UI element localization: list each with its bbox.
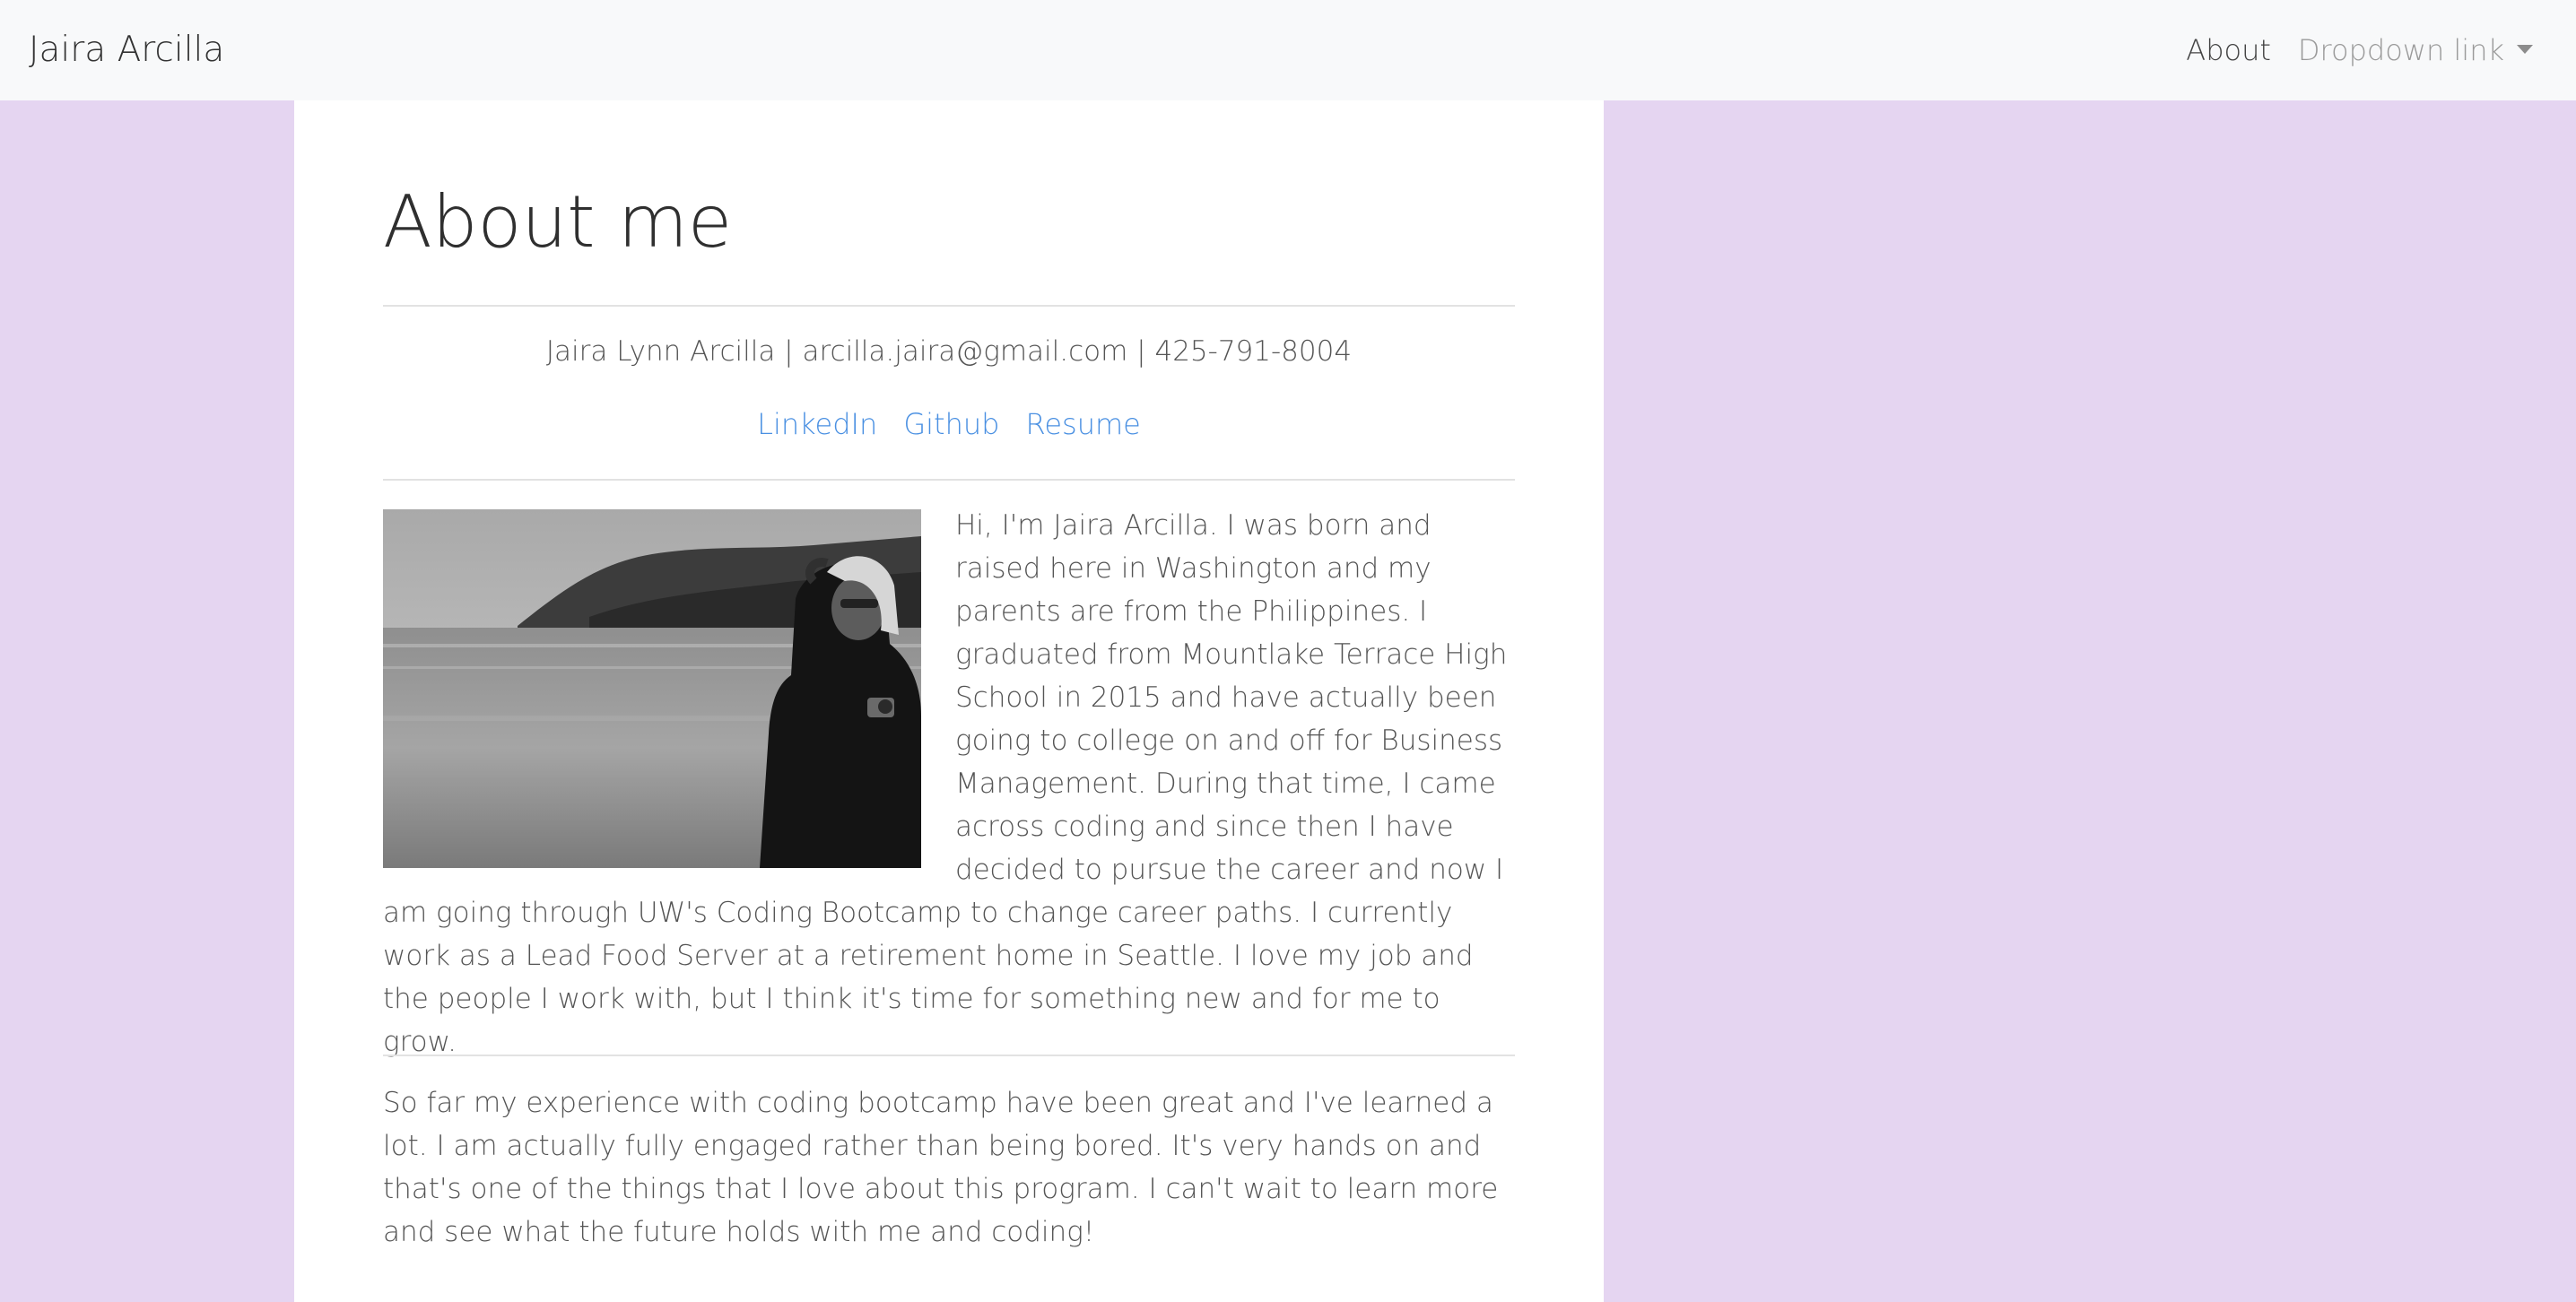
divider [383,1055,1515,1056]
nav-link-about[interactable]: About [2186,33,2271,67]
divider [383,479,1515,481]
nav-dropdown-link[interactable]: Dropdown link [2298,33,2533,67]
main-card: About me Jaira Lynn Arcilla | arcilla.ja… [294,100,1604,1302]
contact-info: Jaira Lynn Arcilla | arcilla.jaira@gmail… [545,335,1353,368]
divider [383,305,1515,307]
experience-text: So far my experience with coding bootcam… [383,1087,1499,1248]
resume-link[interactable]: Resume [1026,407,1141,441]
caret-down-icon [2517,45,2533,54]
nav-links: About Dropdown link [2186,0,2533,100]
navbar: Jaira Arcilla About Dropdown link [0,0,2576,100]
github-link[interactable]: Github [903,407,999,441]
nav-dropdown-label: Dropdown link [2297,33,2504,67]
profile-links: LinkedIn Github Resume [383,407,1515,441]
linkedin-link[interactable]: LinkedIn [757,407,877,441]
profile-photo [383,509,921,868]
page-title: About me [383,180,733,264]
bio-section: Hi, I'm Jaira Arcilla. I was born and ra… [383,504,1515,1063]
navbar-brand[interactable]: Jaira Arcilla [29,0,224,100]
